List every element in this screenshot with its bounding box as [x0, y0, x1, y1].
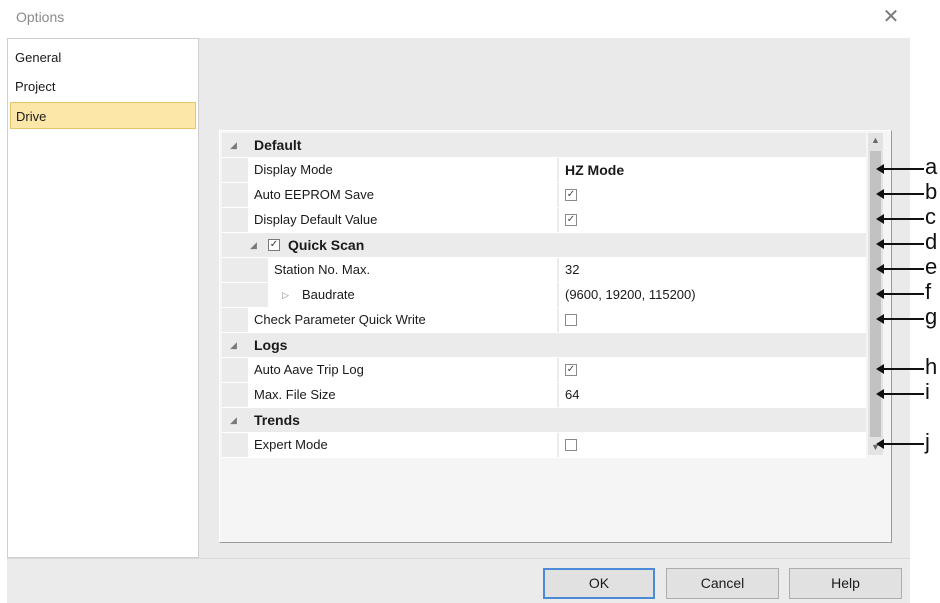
display-default-value-checkbox[interactable]: ✓ — [565, 213, 577, 226]
callout-b: b — [876, 179, 940, 205]
callout-letter: j — [925, 429, 930, 454]
callout-letter: f — [925, 279, 932, 304]
callout-line — [880, 318, 924, 320]
callout-f: f — [876, 279, 940, 305]
collapse-icon[interactable]: ◢ — [230, 133, 237, 158]
callout-e: e — [876, 254, 940, 280]
nav-item-general[interactable]: General — [10, 44, 196, 71]
callout-line — [880, 168, 924, 170]
property-row-expert-mode[interactable]: Expert Mode — [222, 433, 866, 458]
callout-line — [880, 368, 924, 370]
auto-save-trip-log-checkbox[interactable]: ✓ — [565, 363, 577, 376]
property-value-cell — [559, 308, 866, 332]
check-parameter-quick-write-checkbox[interactable] — [565, 313, 577, 326]
callout-c: c — [876, 204, 940, 230]
property-name: Baudrate — [302, 287, 355, 302]
property-name: Max. File Size — [248, 383, 557, 407]
ok-button[interactable]: OK — [543, 568, 655, 599]
callout-j: j — [876, 429, 940, 455]
help-button[interactable]: Help — [789, 568, 902, 599]
collapse-icon[interactable]: ◢ — [250, 233, 257, 258]
auto-eeprom-save-checkbox[interactable]: ✓ — [565, 188, 577, 201]
property-name: Auto EEPROM Save — [248, 183, 557, 207]
category-label: Trends — [254, 412, 300, 428]
property-value-cell — [559, 433, 866, 457]
callout-letter: i — [925, 379, 930, 404]
callout-line — [880, 243, 924, 245]
category-label: Quick Scan — [288, 237, 365, 253]
property-row-auto-eeprom-save[interactable]: Auto EEPROM Save ✓ — [222, 183, 866, 208]
callout-letter: e — [925, 254, 938, 279]
callout-letter: b — [925, 179, 938, 204]
expert-mode-checkbox[interactable] — [565, 438, 577, 451]
callout-line — [880, 193, 924, 195]
options-category-list: General Project Drive — [7, 38, 199, 558]
property-name: Station No. Max. — [268, 258, 557, 282]
callout-h: h — [876, 354, 940, 380]
collapse-icon[interactable]: ◢ — [230, 408, 237, 433]
property-value-cell: ✓ — [559, 358, 866, 382]
property-row-max-file-size[interactable]: Max. File Size 64 — [222, 383, 866, 408]
property-row-display-default-value[interactable]: Display Default Value ✓ — [222, 208, 866, 233]
callout-d: d — [876, 229, 940, 255]
callout-i: i — [876, 379, 940, 405]
callout-a: a — [876, 154, 940, 180]
callout-line — [880, 268, 924, 270]
property-name: Check Parameter Quick Write — [248, 308, 557, 332]
nav-item-drive[interactable]: Drive — [10, 102, 196, 129]
category-label: Logs — [254, 337, 288, 353]
property-name: Display Default Value — [248, 208, 557, 232]
property-name: Auto Aave Trip Log — [248, 358, 557, 382]
callout-letter: h — [925, 354, 938, 379]
category-default[interactable]: ◢ Default — [222, 133, 866, 158]
property-value-cell: ✓ — [559, 183, 866, 207]
callout-letter: c — [925, 204, 936, 229]
callout-letter: g — [925, 304, 938, 329]
property-row-check-parameter-quick-write[interactable]: Check Parameter Quick Write — [222, 308, 866, 333]
callout-letter: a — [925, 154, 938, 179]
callout-line — [880, 293, 924, 295]
property-value-station-no-max[interactable]: 32 — [559, 258, 866, 282]
callout-line — [880, 393, 924, 395]
property-row-auto-save-trip-log[interactable]: Auto Aave Trip Log ✓ — [222, 358, 866, 383]
callout-letter: d — [925, 229, 938, 254]
window-title: Options — [16, 9, 65, 25]
callout-line — [880, 443, 924, 445]
property-row-baudrate[interactable]: ▷ Baudrate (9600, 19200, 115200) — [222, 283, 866, 308]
property-value-max-file-size[interactable]: 64 — [559, 383, 866, 407]
category-label: Default — [254, 137, 302, 153]
property-grid-rows: ◢ Default Display Mode HZ Mode Auto EEPR… — [222, 133, 866, 458]
callout-g: g — [876, 304, 940, 330]
callout-line — [880, 218, 924, 220]
property-row-station-no-max[interactable]: Station No. Max. 32 — [222, 258, 866, 283]
expand-icon[interactable]: ▷ — [282, 283, 289, 307]
category-trends[interactable]: ◢ Trends — [222, 408, 866, 433]
category-quick-scan[interactable]: ◢ ✓ Quick Scan — [222, 233, 866, 258]
property-grid: ◢ Default Display Mode HZ Mode Auto EEPR… — [219, 130, 892, 543]
property-value-cell: ✓ — [559, 208, 866, 232]
property-row-display-mode[interactable]: Display Mode HZ Mode — [222, 158, 866, 183]
category-logs[interactable]: ◢ Logs — [222, 333, 866, 358]
callout-annotations: a b c d e f g h i j — [876, 0, 940, 603]
nav-item-project[interactable]: Project — [10, 73, 196, 100]
collapse-icon[interactable]: ◢ — [230, 333, 237, 358]
quick-scan-checkbox[interactable]: ✓ — [268, 239, 280, 251]
title-bar: Options ✕ — [0, 0, 910, 36]
cancel-button[interactable]: Cancel — [666, 568, 779, 599]
property-value-baudrate[interactable]: (9600, 19200, 115200) — [559, 283, 866, 307]
property-name: Expert Mode — [248, 433, 557, 457]
property-name: Display Mode — [248, 158, 557, 182]
property-value-display-mode[interactable]: HZ Mode — [559, 158, 866, 182]
